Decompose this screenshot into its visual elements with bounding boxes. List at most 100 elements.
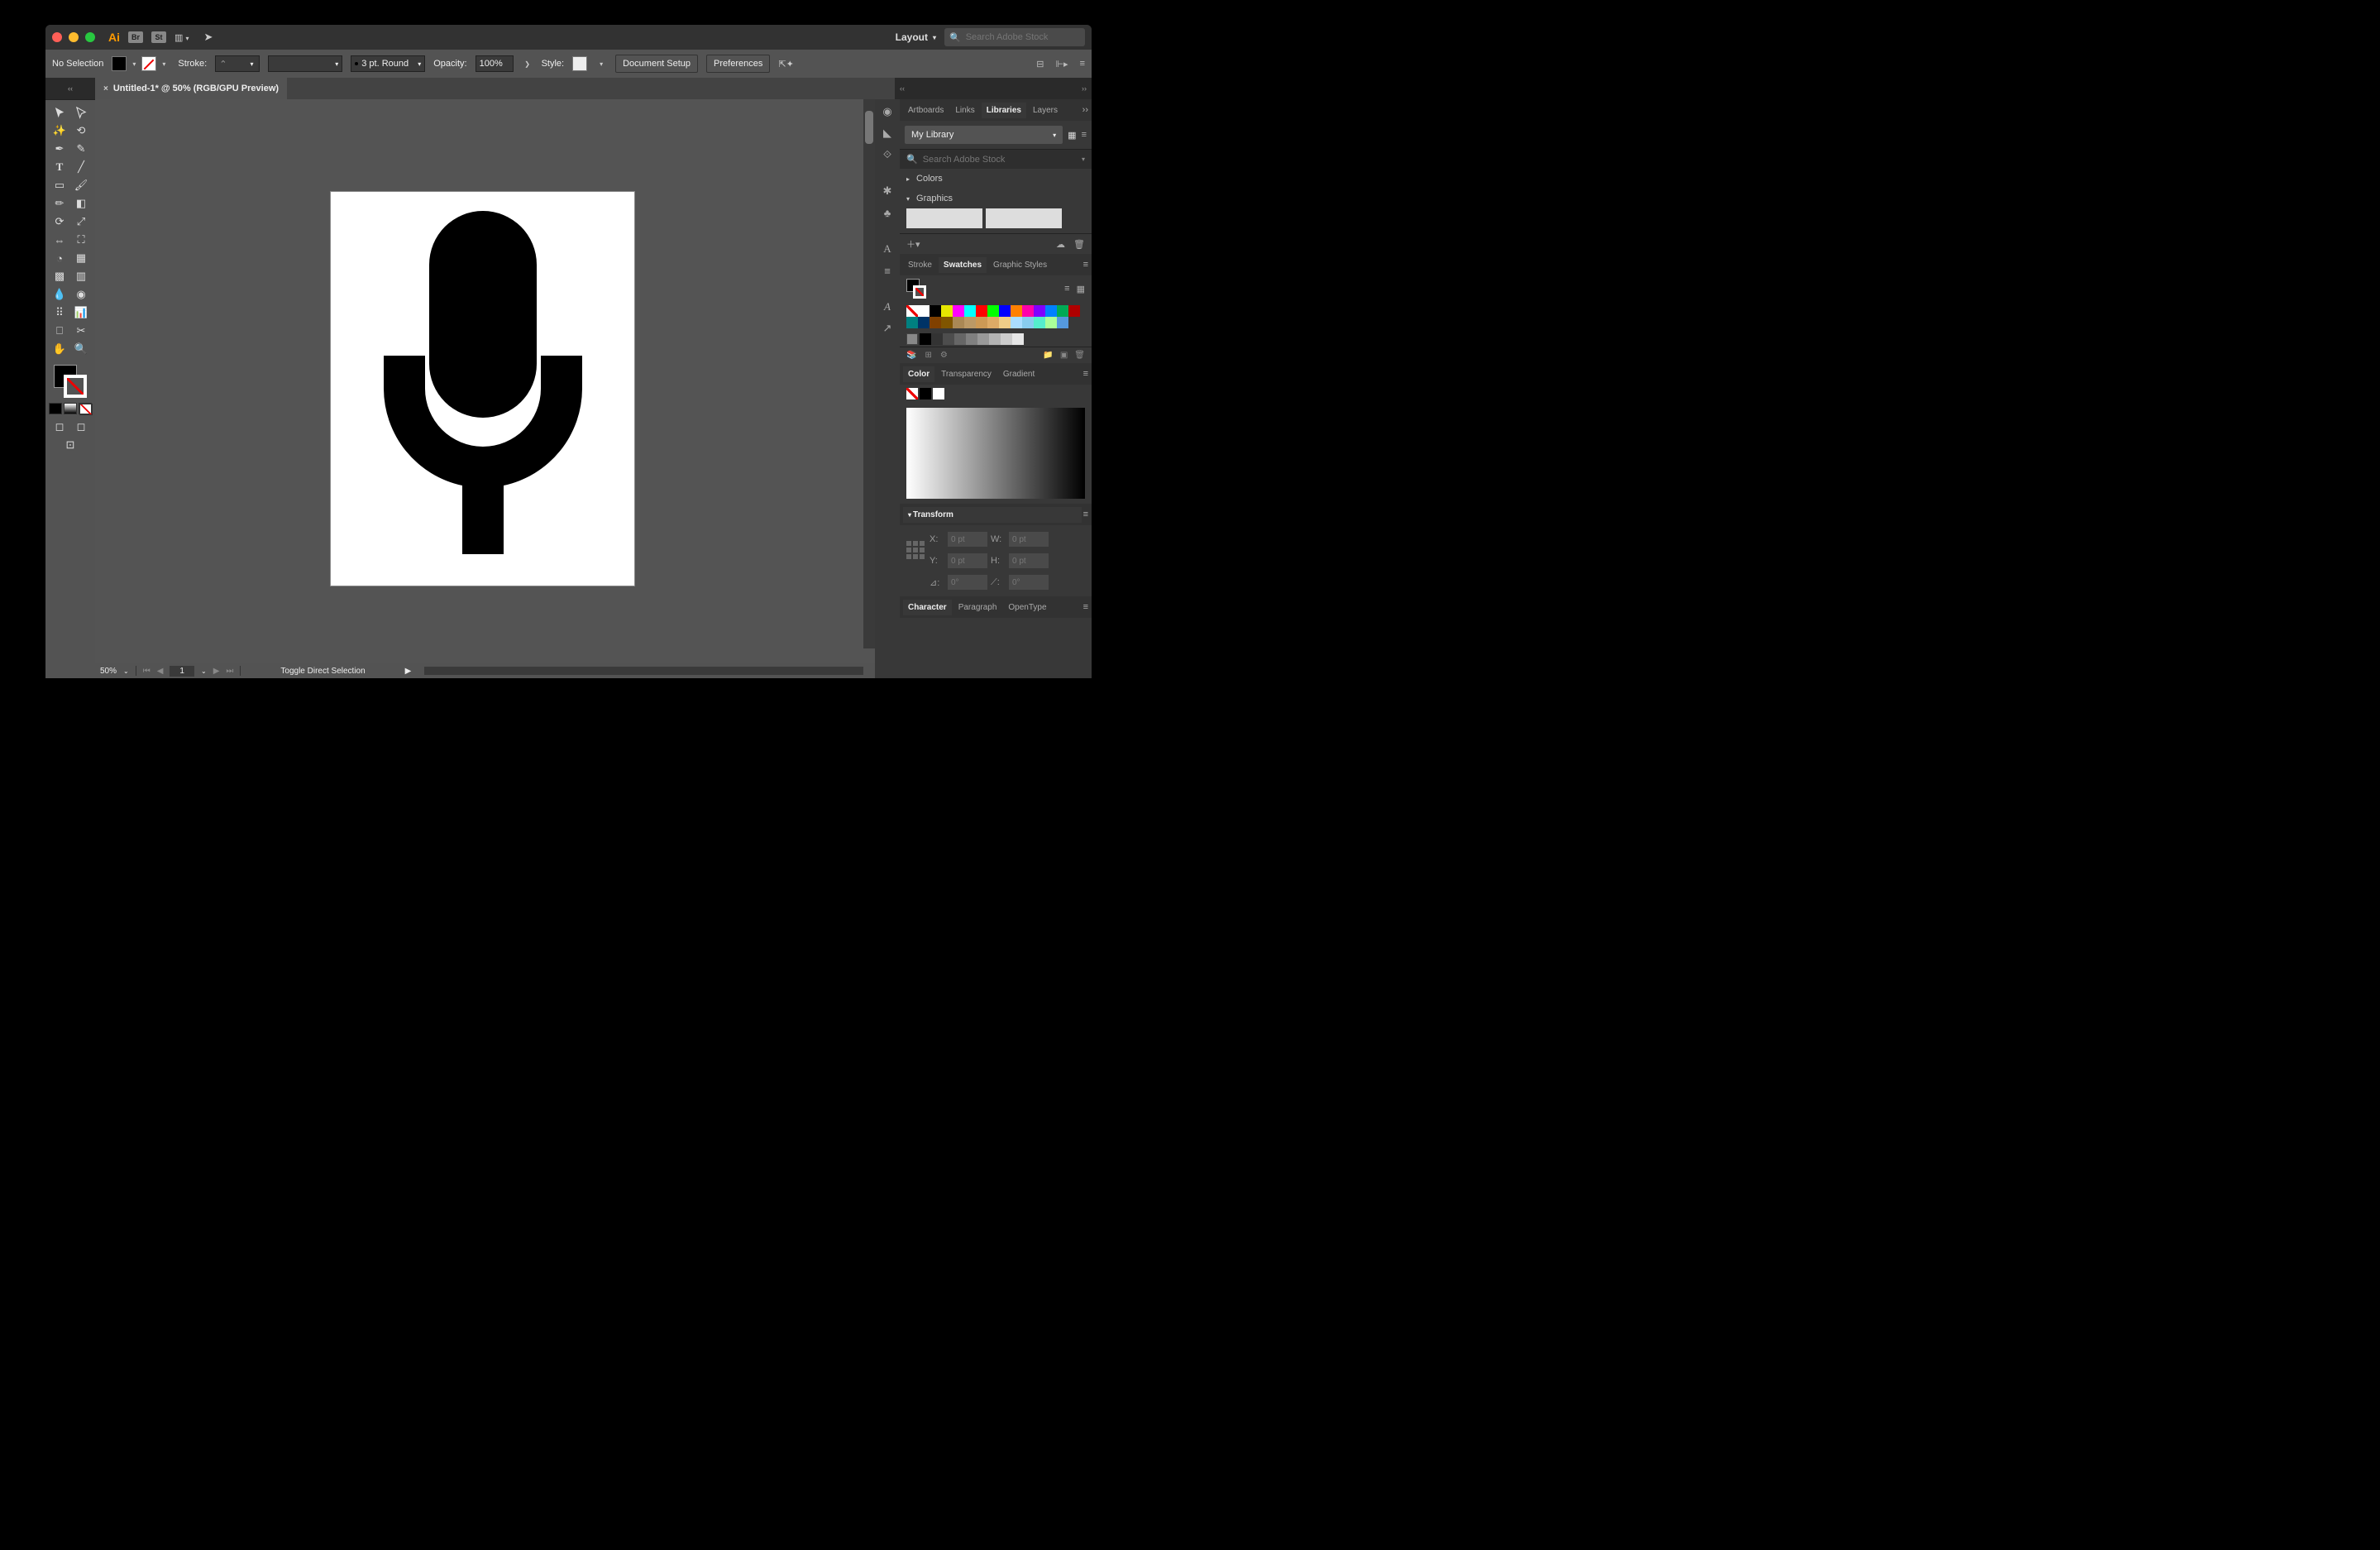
close-window-button[interactable] [52,32,62,42]
glyphs-panel-icon[interactable]: A [880,299,895,314]
library-section-colors[interactable]: Colors [900,169,1092,189]
asset-export-panel-icon[interactable]: ◣ [880,126,895,141]
artboard-nav-next-icon[interactable]: ▶ [213,667,220,676]
scrollbar-thumb[interactable] [865,111,873,144]
swatch[interactable] [987,317,999,328]
snap-to-pixel-icon[interactable]: ⊩▸ [1055,59,1068,69]
library-graphic-thumb[interactable] [986,208,1062,228]
rectangle-tool[interactable]: ▭ [49,176,70,194]
delete-swatch-icon[interactable]: 🗑 [1074,351,1085,360]
add-content-icon[interactable]: ＋▾ [906,237,920,251]
x-input[interactable]: 0 pt [948,532,987,547]
color-spectrum-ramp[interactable] [906,408,1085,499]
swatch-libraries-icon[interactable]: 📚 [906,351,916,360]
swatch[interactable] [964,305,976,317]
transform-panel-menu-icon[interactable]: ≡ [1083,509,1088,519]
swatch[interactable] [1034,305,1045,317]
swatch[interactable] [941,317,953,328]
adobe-stock-search[interactable]: 🔍 [944,28,1085,46]
symbol-sprayer-tool[interactable]: ⠿ [49,304,70,322]
align-to-icon[interactable]: ⊟ [1036,59,1044,69]
swatch[interactable] [976,317,987,328]
tab-links[interactable]: Links [950,103,979,118]
library-section-graphics[interactable]: Graphics [900,189,1092,208]
column-graph-tool[interactable]: 📊 [70,304,92,322]
character-panel-icon[interactable]: A [880,242,895,256]
panels-collapse-handle[interactable]: ‹‹›› [895,78,1092,99]
opacity-dropdown[interactable]: ❯ [522,58,533,69]
library-search[interactable]: 🔍 ▾ [900,149,1092,169]
angle-input[interactable]: 0° [948,575,987,590]
brushes-panel-icon[interactable]: ♣ [880,205,895,220]
library-dropdown[interactable]: My Library▾ [905,126,1063,144]
slice-tool[interactable]: ✂ [70,322,92,340]
swatch[interactable] [977,333,989,345]
swatch[interactable] [999,317,1011,328]
transform-panel-icon[interactable]: ⇱✦ [778,59,793,69]
screen-mode[interactable]: ⊡ [60,436,81,454]
curvature-tool[interactable]: ✎ [70,140,92,158]
stock-button[interactable]: St [151,31,166,43]
graphic-style-swatch[interactable] [572,56,587,71]
swatch[interactable] [906,317,918,328]
reference-point-selector[interactable] [906,541,925,559]
swatch[interactable] [1068,305,1080,317]
stroke-color-box[interactable] [64,375,87,398]
preferences-button[interactable]: Preferences [706,55,770,73]
tab-swatches[interactable]: Swatches [939,257,987,273]
artboard[interactable] [331,192,634,586]
new-swatch-icon[interactable]: ▣ [1060,351,1068,360]
maximize-window-button[interactable] [85,32,95,42]
swatch[interactable] [931,333,943,345]
vertical-scrollbar[interactable] [863,99,875,648]
toolbox-collapse-handle[interactable]: ‹‹ [45,78,95,99]
scale-tool[interactable]: ⤢ [70,213,92,231]
swatch[interactable] [906,305,918,317]
css-properties-panel-icon[interactable]: ⟐ [880,147,895,162]
stroke-dropdown[interactable]: ▾ [158,58,170,69]
swatch-folder-icon[interactable] [906,333,918,345]
direct-selection-tool[interactable] [70,103,92,122]
draw-normal-mode[interactable]: ◻ [49,418,70,436]
pen-tool[interactable]: ✒ [49,140,70,158]
tab-color[interactable]: Color [903,366,934,382]
eyedropper-tool[interactable]: 💧 [49,285,70,304]
tab-libraries[interactable]: Libraries [982,103,1026,118]
tab-gradient[interactable]: Gradient [998,366,1039,382]
stock-search-input[interactable] [966,32,1083,42]
tab-transparency[interactable]: Transparency [936,366,996,382]
w-input[interactable]: 0 pt [1009,532,1049,547]
opacity-input[interactable]: 100% [476,55,514,72]
control-bar-menu-icon[interactable]: ≡ [1080,59,1085,69]
hand-tool[interactable]: ✋ [49,340,70,358]
swatch[interactable] [1001,333,1012,345]
symbols-panel-icon[interactable]: ✱ [880,184,895,199]
document-setup-button[interactable]: Document Setup [615,55,698,73]
draw-behind-mode[interactable]: ◻ [70,418,92,436]
artboard-nav-first-icon[interactable]: ⏮ [143,667,151,676]
new-color-group-icon[interactable]: 📁 [1043,351,1053,360]
arrange-documents-icon[interactable]: ▥ ▾ [174,32,189,43]
gpu-performance-icon[interactable]: ➤ [203,31,213,44]
perspective-grid-tool[interactable]: ▦ [70,249,92,267]
tab-transform[interactable]: Transform [903,507,1082,523]
swatch[interactable] [943,333,954,345]
selection-tool[interactable] [49,103,70,122]
swatch[interactable] [1011,317,1022,328]
swatches-fill-stroke-indicator[interactable] [906,279,926,299]
artboard-nav-prev-icon[interactable]: ◀ [157,667,164,676]
library-list-view-icon[interactable]: ≡ [1082,130,1087,140]
mesh-tool[interactable]: ▩ [49,267,70,285]
export-panel-icon[interactable]: ↗ [880,321,895,336]
shaper-tool[interactable]: ✏ [49,194,70,213]
fill-swatch[interactable] [112,56,127,71]
swatch[interactable] [930,317,941,328]
color-black-swatch[interactable] [920,388,931,399]
libraries-panel-menu-icon[interactable]: ›› [1082,105,1088,115]
artboard-number[interactable]: 1 [170,666,194,677]
library-grid-view-icon[interactable]: ▦ [1068,130,1076,141]
swatch[interactable] [1057,305,1068,317]
tab-opentype[interactable]: OpenType [1003,600,1051,615]
swatch[interactable] [1045,317,1057,328]
swatches-list-view-icon[interactable]: ≡ [1064,284,1069,294]
